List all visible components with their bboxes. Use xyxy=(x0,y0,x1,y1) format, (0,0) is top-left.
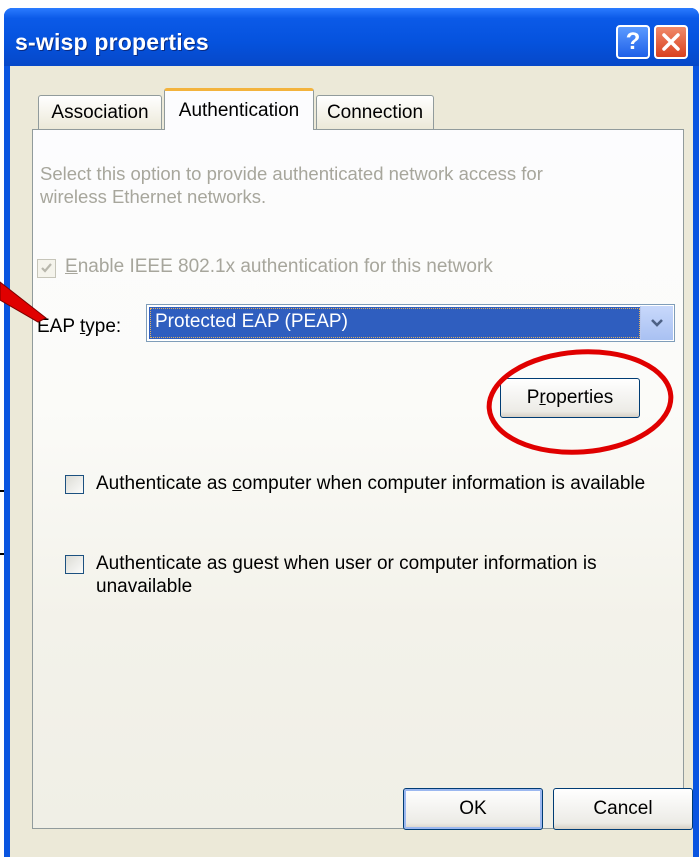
close-icon xyxy=(662,33,680,51)
properties-window: s-wisp properties ? Association Authenti… xyxy=(4,8,699,857)
eap-type-dropdown[interactable]: Protected EAP (PEAP) xyxy=(146,304,675,342)
eap-type-value: Protected EAP (PEAP) xyxy=(149,307,641,339)
help-icon: ? xyxy=(625,28,641,55)
enable-ieee-mnemonic: E xyxy=(65,256,78,277)
edge-tick-mark xyxy=(0,553,4,555)
enable-ieee-label[interactable]: Enable IEEE 802.1x authentication for th… xyxy=(65,256,493,278)
auth-computer-checkbox[interactable] xyxy=(65,475,84,494)
help-button[interactable]: ? xyxy=(616,25,650,59)
properties-button[interactable]: Pr operties xyxy=(500,378,640,418)
auth-guest-label[interactable]: Authenticate as guest when user or compu… xyxy=(96,552,656,598)
eap-label-post: ype: xyxy=(85,316,122,337)
auth-computer-mnemonic: c xyxy=(232,473,242,494)
properties-button-pre: P xyxy=(526,387,540,408)
dropdown-arrow-icon xyxy=(651,319,663,327)
enable-ieee-checkbox[interactable] xyxy=(37,259,56,278)
dropdown-arrow-button[interactable] xyxy=(640,306,673,340)
auth-computer-post: omputer when computer information is ava… xyxy=(241,473,646,494)
auth-guest-pre: Authenticate as xyxy=(96,553,233,574)
title-bar[interactable]: s-wisp properties ? xyxy=(4,8,699,66)
ok-button[interactable]: OK xyxy=(403,788,543,830)
eap-label-pre: EAP xyxy=(37,316,80,337)
cancel-button[interactable]: Cancel xyxy=(553,788,693,830)
auth-guest-checkbox[interactable] xyxy=(65,555,84,574)
dialog-client-area: Association Authentication Connection Se… xyxy=(10,66,693,857)
tab-connection[interactable]: Connection xyxy=(316,95,434,129)
enable-ieee-text: nable IEEE 802.1x authentication for thi… xyxy=(77,256,493,277)
tab-association[interactable]: Association xyxy=(38,95,162,129)
tab-authentication[interactable]: Authentication xyxy=(164,88,314,130)
eap-type-label: EAP type: xyxy=(37,316,121,338)
properties-button-post: operties xyxy=(545,387,614,408)
auth-guest-mnemonic: g xyxy=(232,553,243,574)
edge-tick-mark xyxy=(0,490,4,492)
checkmark-icon xyxy=(41,263,52,273)
auth-computer-pre: Authenticate as xyxy=(96,473,233,494)
auth-computer-label[interactable]: Authenticate as computer when computer i… xyxy=(96,473,645,495)
close-button[interactable] xyxy=(654,25,688,59)
description-text: Select this option to provide authentica… xyxy=(40,163,543,207)
window-title: s-wisp properties xyxy=(15,29,209,55)
